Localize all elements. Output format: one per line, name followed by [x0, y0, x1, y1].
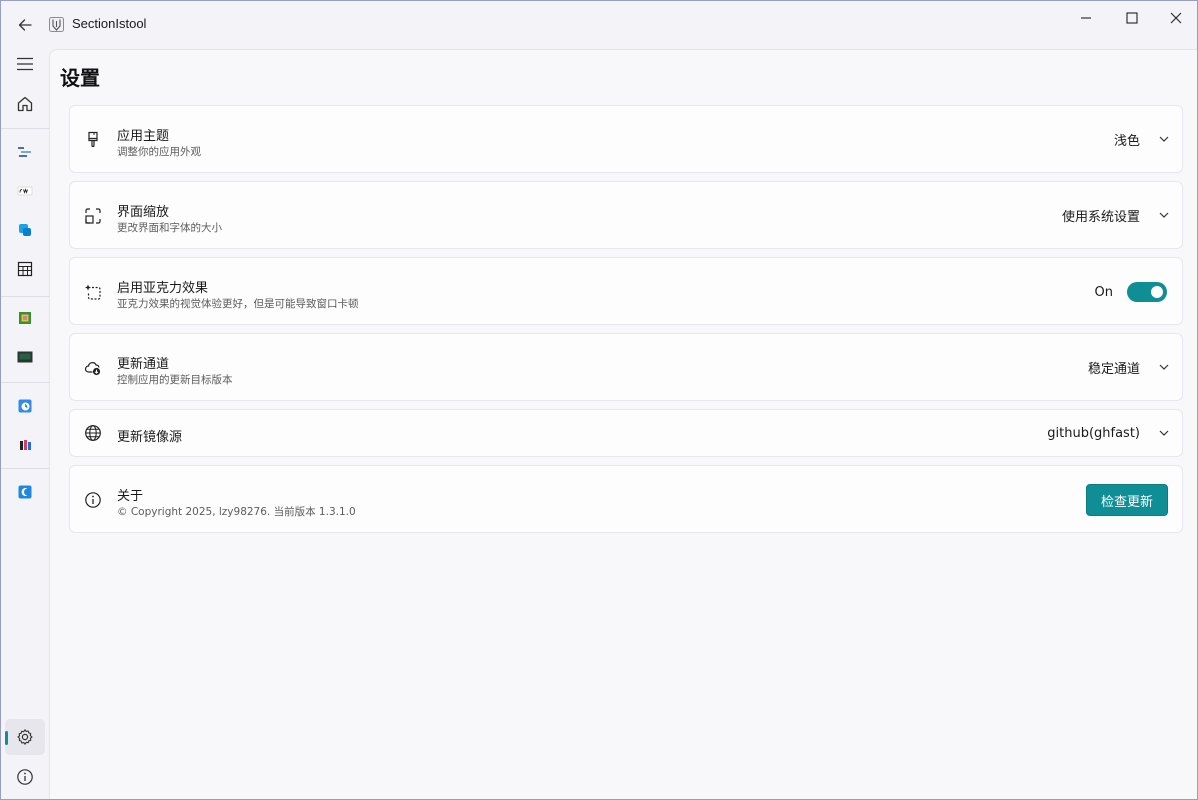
app-logo-icon — [48, 16, 65, 33]
copyright-text: © Copyright 2025, lzy98276. 当前版本 1.3.1.0 — [117, 506, 356, 518]
setting-card-channel: 更新通道 控制应用的更新目标版本 稳定通道 — [69, 333, 1183, 401]
clock-app-icon — [18, 399, 32, 413]
nav-tool-2[interactable] — [5, 173, 45, 209]
monitor-icon — [17, 351, 33, 363]
theme-dropdown[interactable]: 浅色 — [1114, 124, 1172, 154]
setting-subtitle: 亚克力效果的视觉体验更好，但是可能导致窗口卡顿 — [117, 298, 359, 310]
toggle-state-label: On — [1094, 284, 1113, 300]
dropdown-value: 浅色 — [1113, 133, 1140, 149]
mirror-dropdown[interactable]: github(ghfast) — [1047, 418, 1172, 448]
nav-about[interactable] — [5, 759, 45, 795]
nav-tool-1[interactable] — [5, 134, 45, 170]
setting-subtitle: 控制应用的更新目标版本 — [117, 374, 233, 386]
tool-icon — [18, 147, 31, 157]
nav-tool-6[interactable] — [5, 339, 45, 375]
maximize-button[interactable] — [1109, 1, 1155, 35]
setting-card-about: 关于 © Copyright 2025, lzy98276. 当前版本 1.3.… — [69, 465, 1183, 533]
menu-toggle-button[interactable] — [5, 46, 45, 82]
maximize-icon — [1126, 12, 1138, 24]
home-icon — [17, 96, 33, 112]
setting-title: 界面缩放 — [117, 205, 170, 220]
setting-subtitle: 更改界面和字体的大小 — [117, 222, 222, 234]
acrylic-toggle[interactable] — [1127, 282, 1167, 302]
nav-home[interactable] — [5, 86, 45, 122]
nav-tool-9[interactable] — [5, 474, 45, 510]
zoom-icon — [84, 207, 102, 225]
globe-icon — [84, 424, 102, 442]
chevron-down-icon — [1156, 131, 1172, 147]
setting-title: 关于 — [117, 489, 144, 504]
brush-icon — [84, 131, 102, 149]
navigation-sidebar — [1, 46, 49, 799]
setting-card-mirror: 更新镜像源 github(ghfast) — [69, 409, 1183, 457]
hamburger-icon — [17, 57, 33, 71]
title-bar: SectionIstool — [1, 1, 1197, 49]
page-title: 设置 — [60, 66, 100, 90]
back-button[interactable] — [11, 11, 39, 39]
arrow-left-icon — [18, 19, 32, 31]
nav-divider — [1, 468, 49, 469]
chip-icon — [19, 312, 31, 324]
chevron-down-icon — [1156, 207, 1172, 223]
nav-settings[interactable] — [5, 719, 45, 755]
bars-app-icon — [20, 440, 31, 450]
app-title: SectionIstool — [72, 16, 147, 31]
nav-tool-4[interactable] — [5, 251, 45, 287]
setting-card-scale: 界面缩放 更改界面和字体的大小 使用系统设置 — [69, 181, 1183, 249]
dropdown-value: github(ghfast) — [1047, 425, 1140, 441]
toggle-knob — [1151, 286, 1163, 298]
check-update-button[interactable]: 检查更新 — [1086, 484, 1168, 516]
blocks-icon — [19, 224, 31, 236]
classwidgets-icon — [17, 186, 33, 196]
nav-tool-3[interactable] — [5, 212, 45, 248]
setting-title: 更新镜像源 — [117, 430, 183, 445]
channel-dropdown[interactable]: 稳定通道 — [1088, 352, 1172, 382]
app-window: SectionIstool 设置 应用主题 调整你的应用外观 浅色 界面缩放 更… — [0, 0, 1198, 800]
nav-tool-7[interactable] — [5, 388, 45, 424]
setting-title: 启用亚克力效果 — [117, 281, 209, 296]
active-indicator — [5, 731, 8, 745]
cloud-icon — [84, 359, 102, 377]
nav-divider — [1, 296, 49, 297]
setting-card-acrylic: 启用亚克力效果 亚克力效果的视觉体验更好，但是可能导致窗口卡顿 On — [69, 257, 1183, 325]
info-icon — [84, 491, 102, 509]
setting-title: 应用主题 — [117, 129, 170, 144]
minimize-button[interactable] — [1063, 1, 1109, 35]
scale-dropdown[interactable]: 使用系统设置 — [1062, 200, 1172, 230]
close-button[interactable] — [1153, 1, 1197, 35]
chevron-down-icon — [1156, 425, 1172, 441]
dropdown-value: 使用系统设置 — [1061, 209, 1140, 225]
nav-divider — [1, 382, 49, 383]
gear-icon — [17, 729, 33, 745]
minimize-icon — [1081, 17, 1091, 19]
dropdown-value: 稳定通道 — [1087, 361, 1140, 377]
setting-title: 更新通道 — [117, 357, 170, 372]
nav-divider — [1, 128, 49, 129]
nav-tool-8[interactable] — [5, 427, 45, 463]
close-icon — [1170, 12, 1182, 24]
setting-subtitle: 调整你的应用外观 — [117, 146, 201, 158]
chevron-down-icon — [1156, 359, 1172, 375]
settings-page: 设置 应用主题 调整你的应用外观 浅色 界面缩放 更改界面和字体的大小 使用系统… — [49, 49, 1197, 799]
table-icon — [17, 261, 33, 277]
acrylic-toggle-group: On — [1095, 282, 1167, 302]
nav-tool-5[interactable] — [5, 300, 45, 336]
sparkle-icon — [84, 283, 102, 301]
info-icon — [17, 769, 33, 785]
moon-app-icon — [18, 485, 32, 499]
setting-card-theme: 应用主题 调整你的应用外观 浅色 — [69, 105, 1183, 173]
